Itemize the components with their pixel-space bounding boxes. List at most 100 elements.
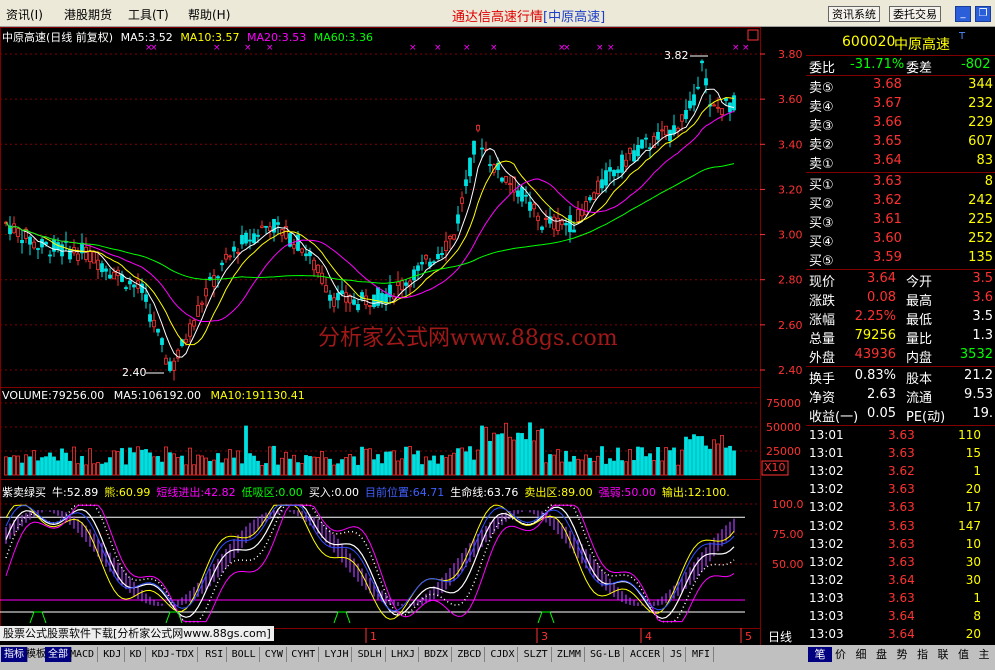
volume-bar — [648, 453, 652, 476]
volume-bar — [632, 460, 636, 476]
stat-label: 最高 — [906, 294, 933, 309]
volume-bar — [252, 455, 256, 476]
volume-bar — [700, 436, 704, 476]
tick-row[interactable]: 13:03 3.63 1 — [806, 590, 995, 608]
indicator-tab-zlmm[interactable]: ZLMM — [554, 647, 585, 662]
menu-hk-futures[interactable]: 港股期货 — [64, 6, 112, 23]
indicator-tab-kd[interactable]: KD — [127, 647, 146, 662]
stat-value: 21.2 — [964, 368, 993, 383]
volume-bar — [88, 448, 92, 476]
candle-body — [368, 305, 372, 307]
volume-bar — [152, 456, 156, 476]
tick-volume: 110 — [958, 428, 981, 442]
indicator-tab-boll[interactable]: BOLL — [229, 647, 260, 662]
candle-body — [92, 251, 96, 264]
candle-body — [244, 232, 248, 244]
indicator-tab-slzt[interactable]: SLZT — [521, 647, 552, 662]
volume-bar — [492, 432, 496, 476]
volume-bar — [132, 452, 136, 476]
sell-level-row[interactable]: 卖⑤ 3.68 344 — [806, 76, 995, 96]
volume-bar — [68, 460, 72, 476]
buy-level-row[interactable]: 买② 3.62 242 — [806, 192, 995, 212]
tick-row[interactable]: 13:01 3.63 15 — [806, 445, 995, 463]
indicator-tab-sdlh[interactable]: SDLH — [355, 647, 386, 662]
level-label: 卖④ — [809, 100, 834, 115]
high-price-label: 3.82 — [664, 49, 689, 62]
volume-bar — [608, 458, 612, 476]
volume-bar — [336, 463, 340, 476]
buy-level-row[interactable]: 买① 3.63 8 — [806, 173, 995, 193]
buy-level-row[interactable]: 买⑤ 3.59 135 — [806, 249, 995, 269]
restore-icon[interactable]: ❐ — [975, 6, 991, 22]
volume-bar — [620, 460, 624, 476]
tick-row[interactable]: 13:02 3.63 30 — [806, 554, 995, 572]
candle-body — [448, 236, 452, 240]
volume-bar — [360, 446, 364, 476]
candle-body — [224, 254, 228, 260]
tick-row[interactable]: 13:02 3.63 10 — [806, 536, 995, 554]
tick-price: 3.63 — [888, 536, 915, 551]
indicator-tab-macd[interactable]: MACD — [67, 647, 99, 662]
menu-info[interactable]: 资讯(I) — [6, 6, 43, 23]
volume-bar — [672, 447, 676, 476]
trade-button[interactable]: 委托交易 — [889, 6, 941, 22]
menu-help[interactable]: 帮助(H) — [188, 6, 230, 23]
tick-time: 13:03 — [809, 627, 844, 642]
indicator-header-item: 买入:0.00 — [308, 486, 360, 499]
candle-body — [680, 114, 684, 122]
indicator-tab-kdj[interactable]: KDJ — [100, 647, 126, 662]
indicator-tab-lyjh[interactable]: LYJH — [321, 647, 353, 662]
candle-body — [84, 246, 88, 260]
candle-body — [404, 282, 408, 286]
stat-value: 19. — [972, 406, 993, 421]
sell-level-row[interactable]: 卖④ 3.67 232 — [806, 95, 995, 115]
quote-stat-row: 收益(一) 0.05 PE(动) 19. — [806, 405, 995, 425]
candle-body — [32, 241, 36, 249]
indicator-tab-sg-lb[interactable]: SG-LB — [587, 647, 625, 662]
volume-bar — [376, 454, 380, 476]
indicator-tab-cjdx[interactable]: CJDX — [487, 647, 519, 662]
candle-body — [532, 203, 536, 210]
stat-label: 最低 — [906, 313, 933, 328]
volume-bar — [116, 451, 120, 476]
level-volume: 225 — [968, 212, 993, 227]
minimize-icon[interactable]: _ — [955, 6, 971, 22]
info-system-button[interactable]: 资讯系统 — [828, 6, 880, 22]
sell-level-row[interactable]: 卖① 3.64 83 — [806, 152, 995, 172]
tick-row[interactable]: 13:02 3.63 20 — [806, 481, 995, 499]
volume-bar — [536, 430, 540, 476]
quote-tab-8[interactable]: 主 — [972, 647, 995, 662]
indicator-tab-cyht[interactable]: CYHT — [288, 647, 320, 662]
tick-row[interactable]: 13:02 3.64 30 — [806, 572, 995, 590]
indicator-tab-bdzx[interactable]: BDZX — [421, 647, 453, 662]
tick-row[interactable]: 13:03 3.64 20 — [806, 626, 995, 644]
level-price: 3.63 — [873, 174, 902, 189]
indicator-tab-mfi[interactable]: MFI — [689, 647, 715, 662]
indicator-tab-kdj-tdx[interactable]: KDJ-TDX — [149, 647, 198, 662]
indicator-tab-rsi[interactable]: RSI — [202, 647, 228, 662]
tick-row[interactable]: 13:02 3.63 17 — [806, 499, 995, 517]
indicator-tab-js[interactable]: JS — [667, 647, 687, 662]
tick-row[interactable]: 13:01 3.63 110 — [806, 427, 995, 445]
marquee-banner[interactable]: 股票公式股票软件下载[分析家公式网www.88gs.com] — [0, 626, 274, 641]
volume-bar — [4, 456, 8, 476]
sell-level-row[interactable]: 卖② 3.65 607 — [806, 133, 995, 153]
indicator-tab-zbcd[interactable]: ZBCD — [454, 647, 486, 662]
tick-row[interactable]: 13:03 3.64 8 — [806, 608, 995, 626]
candle-body — [96, 259, 100, 270]
period-label[interactable]: 日线 — [768, 628, 792, 645]
menu-tools[interactable]: 工具(T) — [128, 6, 169, 23]
indicator-tab-accer[interactable]: ACCER — [627, 647, 665, 662]
weibi-label: 委比 — [809, 61, 836, 76]
candle-body — [20, 240, 24, 244]
candle-body — [720, 108, 724, 115]
indicator-tab-lhxj[interactable]: LHXJ — [388, 647, 419, 662]
sell-level-row[interactable]: 卖③ 3.66 229 — [806, 114, 995, 134]
price-tick-label: 2.80 — [778, 274, 803, 287]
indicator-tab-cyw[interactable]: CYW — [262, 647, 287, 662]
candle-body — [172, 360, 176, 371]
tick-row[interactable]: 13:02 3.62 1 — [806, 463, 995, 481]
buy-level-row[interactable]: 买③ 3.61 225 — [806, 211, 995, 231]
tick-row[interactable]: 13:02 3.63 147 — [806, 518, 995, 536]
buy-level-row[interactable]: 买④ 3.60 252 — [806, 230, 995, 250]
